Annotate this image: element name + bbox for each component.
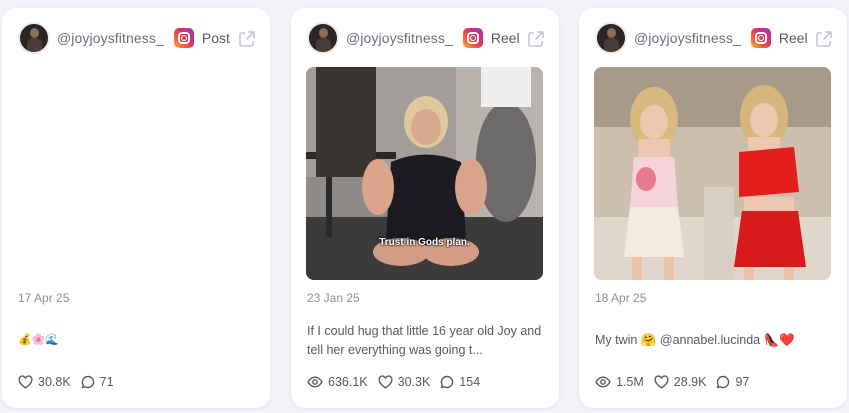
- likes-stat: 30.8K: [18, 375, 71, 389]
- post-thumbnail-gym[interactable]: Trust in Gods plan.: [306, 67, 543, 280]
- likes-count: 30.3K: [397, 375, 431, 389]
- comments-stat: 97: [716, 375, 749, 389]
- account-handle[interactable]: @joyjoysfitness_: [346, 30, 453, 46]
- instagram-icon: [750, 28, 771, 48]
- post-card-1[interactable]: @joyjoysfitness_ Post 17 Apr 25 💰🌸🌊 30.8…: [2, 8, 270, 408]
- views-stat: 1.5M: [595, 375, 644, 389]
- post-caption: My twin 🤗 @annabel.lucinda 👠❤️: [595, 333, 795, 347]
- card-header: @joyjoysfitness_ Reel: [307, 22, 545, 54]
- comment-icon: [717, 375, 730, 389]
- instagram-icon: [462, 28, 483, 48]
- post-card-3[interactable]: @joyjoysfitness_ Reel 18 Apr 25 My twin …: [579, 8, 847, 408]
- external-link-icon[interactable]: [527, 30, 545, 48]
- external-link-icon[interactable]: [815, 30, 833, 48]
- heart-icon: [18, 375, 33, 389]
- post-caption: If I could hug that little 16 year old J…: [307, 324, 542, 357]
- post-type-label: Reel: [778, 30, 808, 46]
- avatar[interactable]: [18, 22, 50, 54]
- likes-stat: 30.3K: [378, 375, 431, 389]
- account-handle[interactable]: @joyjoysfitness_: [57, 30, 164, 46]
- views-count: 636.1K: [328, 375, 368, 389]
- heart-icon: [654, 375, 669, 389]
- card-header: @joyjoysfitness_ Reel: [595, 22, 833, 54]
- likes-stat: 28.9K: [654, 375, 707, 389]
- post-card-2[interactable]: @joyjoysfitness_ Reel Trust in Gods plan…: [291, 8, 559, 408]
- account-handle[interactable]: @joyjoysfitness_: [634, 30, 741, 46]
- post-stats: 1.5M 28.9K 97: [595, 375, 759, 389]
- comments-count: 97: [735, 375, 750, 389]
- views-count: 1.5M: [616, 375, 644, 389]
- comments-count: 71: [99, 375, 114, 389]
- post-thumbnail-twins[interactable]: [594, 67, 831, 280]
- post-date: 23 Jan 25: [307, 291, 360, 305]
- post-date: 18 Apr 25: [595, 291, 647, 305]
- post-caption: 💰🌸🌊: [18, 334, 60, 346]
- likes-count: 30.8K: [38, 375, 71, 389]
- comments-count: 154: [459, 375, 481, 389]
- reel-overlay-text: Trust in Gods plan.: [379, 237, 470, 248]
- post-date: 17 Apr 25: [18, 291, 70, 305]
- likes-count: 28.9K: [673, 375, 707, 389]
- comment-icon: [81, 375, 94, 389]
- eye-icon: [595, 376, 611, 388]
- eye-icon: [307, 376, 323, 388]
- comments-stat: 154: [440, 375, 480, 389]
- comments-stat: 71: [81, 375, 114, 389]
- comment-icon: [441, 375, 454, 389]
- heart-icon: [378, 375, 393, 389]
- avatar[interactable]: [595, 22, 627, 54]
- post-type-label: Reel: [490, 30, 520, 46]
- post-type-label: Post: [201, 30, 230, 46]
- post-stats: 636.1K 30.3K 154: [307, 375, 490, 389]
- card-header: @joyjoysfitness_ Post: [18, 22, 256, 54]
- instagram-icon: [173, 28, 194, 48]
- views-stat: 636.1K: [307, 375, 368, 389]
- post-stats: 30.8K 71: [18, 375, 124, 389]
- avatar[interactable]: [307, 22, 339, 54]
- external-link-icon[interactable]: [238, 30, 256, 48]
